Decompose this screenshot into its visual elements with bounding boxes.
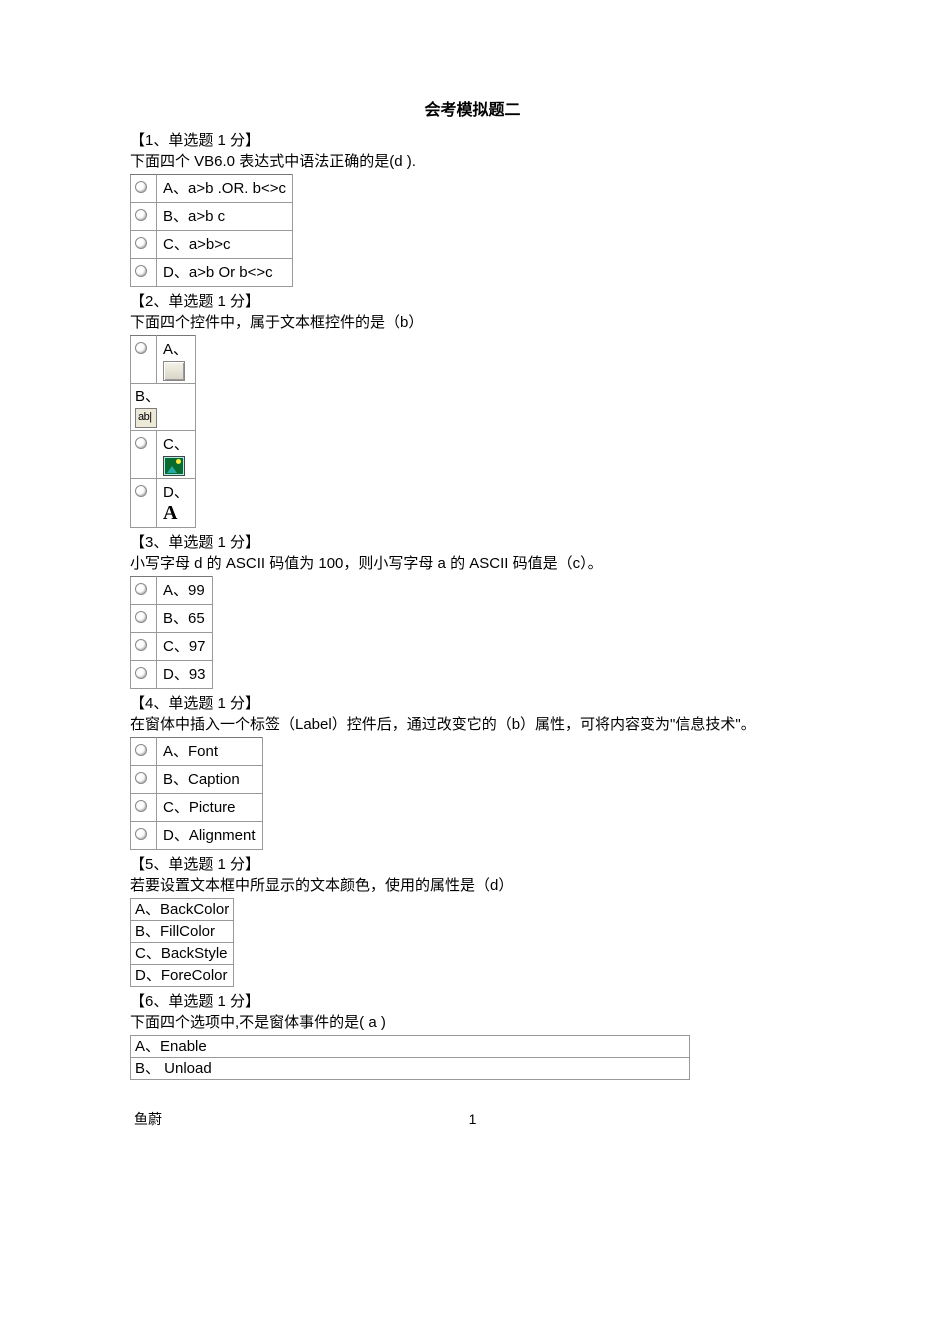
q2-header: 【2、单选题 1 分】 [130,291,815,312]
q4-option-c[interactable]: C、Picture [131,794,263,822]
option-label: A、99 [157,577,213,605]
q2-option-c[interactable]: C、 [131,431,196,479]
option-label: A、 [163,341,188,358]
radio-icon[interactable] [135,583,147,595]
q2-option-d[interactable]: D、 A [131,479,196,528]
option-label: B、65 [157,605,213,633]
q3-option-d[interactable]: D、93 [131,661,213,689]
option-label: C、BackStyle [131,943,234,965]
q1-option-c[interactable]: C、a>b>c [131,231,293,259]
option-label: B、 [135,388,160,405]
option-label: D、93 [157,661,213,689]
option-label: B、a>b c [157,203,293,231]
q3-option-b[interactable]: B、65 [131,605,213,633]
q2-option-a[interactable]: A、 [131,336,196,384]
option-label: D、ForeColor [131,965,234,987]
q2-option-b[interactable]: B、 [131,384,196,431]
q6-header: 【6、单选题 1 分】 [130,991,815,1012]
textbox-control-icon [135,408,157,428]
option-label: C、97 [157,633,213,661]
radio-icon[interactable] [135,342,147,354]
q1-option-b[interactable]: B、a>b c [131,203,293,231]
label-control-icon: A [163,503,177,523]
q6-options-table: A、Enable B、 Unload [130,1035,690,1080]
q6-option-a[interactable]: A、Enable [131,1036,690,1058]
page-footer: 鱼蔚 1 [130,1110,815,1130]
q5-option-c[interactable]: C、BackStyle [131,943,234,965]
q4-option-b[interactable]: B、Caption [131,766,263,794]
option-label: C、a>b>c [157,231,293,259]
page-title: 会考模拟题二 [130,100,815,122]
q3-header: 【3、单选题 1 分】 [130,532,815,553]
footer-page-number: 1 [194,1110,751,1130]
q3-options-table: A、99 B、65 C、97 D、93 [130,576,213,689]
radio-icon[interactable] [135,181,147,193]
option-label: A、BackColor [131,899,234,921]
q3-option-c[interactable]: C、97 [131,633,213,661]
option-label: B、Caption [157,766,263,794]
radio-icon[interactable] [135,265,147,277]
option-label: A、Enable [131,1036,690,1058]
option-label: C、 [163,436,189,453]
radio-icon[interactable] [135,437,147,449]
option-label: B、 Unload [131,1058,690,1080]
q2-options-table: A、 B、 C、 D、 A [130,335,196,528]
radio-icon[interactable] [135,639,147,651]
radio-icon[interactable] [135,800,147,812]
radio-icon[interactable] [135,237,147,249]
q3-option-a[interactable]: A、99 [131,577,213,605]
footer-spacer [751,1110,811,1130]
q5-text: 若要设置文本框中所显示的文本颜色，使用的属性是（d） [130,875,815,896]
q1-options-table: A、a>b .OR. b<>c B、a>b c C、a>b>c D、a>b Or… [130,174,293,287]
radio-icon[interactable] [135,611,147,623]
q6-option-b[interactable]: B、 Unload [131,1058,690,1080]
q1-text: 下面四个 VB6.0 表达式中语法正确的是(d ). [130,151,815,172]
q1-option-d[interactable]: D、a>b Or b<>c [131,259,293,287]
option-label: B、FillColor [131,921,234,943]
option-label: D、Alignment [157,822,263,850]
radio-icon[interactable] [135,828,147,840]
q4-text: 在窗体中插入一个标签（Label）控件后，通过改变它的（b）属性，可将内容变为"… [130,714,815,735]
q5-option-a[interactable]: A、BackColor [131,899,234,921]
q5-header: 【5、单选题 1 分】 [130,854,815,875]
q5-option-b[interactable]: B、FillColor [131,921,234,943]
radio-icon[interactable] [135,209,147,221]
q2-text: 下面四个控件中，属于文本框控件的是（b） [130,312,815,333]
q5-option-d[interactable]: D、ForeColor [131,965,234,987]
footer-author: 鱼蔚 [134,1110,194,1130]
radio-icon[interactable] [135,744,147,756]
q5-options-table: A、BackColor B、FillColor C、BackStyle D、Fo… [130,898,234,987]
q1-option-a[interactable]: A、a>b .OR. b<>c [131,175,293,203]
option-label: A、a>b .OR. b<>c [157,175,293,203]
radio-icon[interactable] [135,667,147,679]
q1-header: 【1、单选题 1 分】 [130,130,815,151]
option-label: D、 [163,484,189,501]
q4-option-d[interactable]: D、Alignment [131,822,263,850]
radio-icon[interactable] [135,772,147,784]
q3-text: 小写字母 d 的 ASCII 码值为 100，则小写字母 a 的 ASCII 码… [130,553,815,574]
option-label: D、a>b Or b<>c [157,259,293,287]
q6-text: 下面四个选项中,不是窗体事件的是( a ) [130,1012,815,1033]
button-control-icon [163,361,185,381]
q4-header: 【4、单选题 1 分】 [130,693,815,714]
picturebox-control-icon [163,456,185,476]
option-label: A、Font [157,738,263,766]
radio-icon[interactable] [135,485,147,497]
q4-options-table: A、Font B、Caption C、Picture D、Alignment [130,737,263,850]
q4-option-a[interactable]: A、Font [131,738,263,766]
option-label: C、Picture [157,794,263,822]
